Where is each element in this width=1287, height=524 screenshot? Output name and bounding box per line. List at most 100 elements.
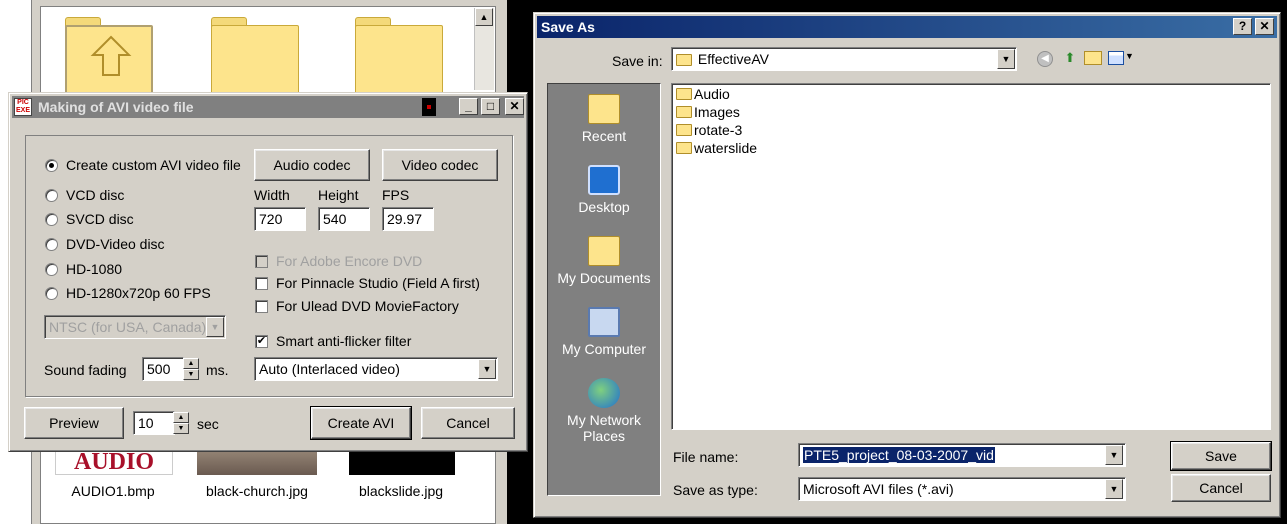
app-icon: PIC EXE (14, 98, 32, 116)
chevron-down-icon[interactable]: ▼ (206, 317, 224, 337)
fps-input[interactable]: 29.97 (382, 207, 434, 231)
spin-down-icon[interactable]: ▼ (183, 369, 199, 380)
radio-custom-avi[interactable]: Create custom AVI video file (45, 157, 241, 173)
place-network[interactable]: My Network Places (548, 378, 660, 444)
spin-up-icon[interactable]: ▲ (173, 412, 189, 423)
check-ulead[interactable]: For Ulead DVD MovieFactory (255, 298, 459, 314)
places-bar: Recent Desktop My Documents My Computer … (547, 83, 661, 496)
desktop-icon (588, 165, 620, 195)
save-titlebar[interactable]: Save As ? ✕ (537, 16, 1277, 38)
place-my-documents[interactable]: My Documents (548, 236, 660, 286)
folder-icon (676, 88, 692, 100)
avi-titlebar[interactable]: PIC EXE Making of AVI video file _ □ ✕ (12, 96, 524, 118)
folder-icon (676, 124, 692, 136)
list-item[interactable]: rotate-3 (676, 122, 742, 138)
list-item[interactable]: Audio (676, 86, 730, 102)
radio-dvd[interactable]: DVD-Video disc (45, 236, 165, 252)
folder-icon (676, 142, 692, 154)
radio-dot (45, 188, 58, 202)
up-folder-icon[interactable]: ⬆ (1061, 49, 1079, 67)
avi-title: Making of AVI video file (38, 99, 194, 115)
radio-dot (45, 262, 58, 276)
chevron-down-icon[interactable]: ▼ (1125, 51, 1134, 61)
computer-icon (588, 307, 620, 337)
interlace-select[interactable]: Auto (Interlaced video) (254, 357, 498, 381)
minimize-button[interactable]: _ (459, 98, 478, 115)
check-adobe-encore[interactable]: For Adobe Encore DVD (255, 253, 422, 269)
documents-folder-icon (588, 236, 620, 266)
parent-folder-thumb[interactable] (61, 13, 153, 95)
height-label: Height (318, 187, 359, 203)
new-folder-icon[interactable] (1084, 51, 1102, 65)
folder-thumb[interactable] (207, 13, 299, 95)
radio-hd1080[interactable]: HD-1080 (45, 261, 122, 277)
save-button[interactable]: Save (1170, 441, 1272, 471)
list-item[interactable]: waterslide (676, 140, 757, 156)
radio-hd720[interactable]: HD-1280x720p 60 FPS (45, 285, 211, 301)
radio-vcd[interactable]: VCD disc (45, 187, 124, 203)
checkbox-box (255, 254, 268, 268)
maximize-button[interactable]: □ (481, 98, 500, 115)
cancel-button[interactable]: Cancel (1171, 474, 1271, 502)
folder-thumb[interactable] (351, 13, 443, 95)
file-list[interactable]: Audio Images rotate-3 waterslide (671, 83, 1271, 430)
chevron-down-icon[interactable]: ▼ (1105, 479, 1123, 499)
check-anti-flicker[interactable]: ✔ Smart anti-flicker filter (255, 333, 411, 349)
save-in-select[interactable]: EffectiveAV (671, 47, 1017, 71)
list-item[interactable]: Images (676, 104, 740, 120)
preview-unit: sec (197, 416, 219, 432)
folder-icon (676, 54, 692, 67)
check-pinnacle[interactable]: For Pinnacle Studio (Field A first) (255, 275, 480, 291)
chevron-down-icon[interactable]: ▼ (1105, 445, 1123, 465)
scroll-up-icon[interactable]: ▲ (475, 8, 493, 26)
cancel-button[interactable]: Cancel (421, 407, 515, 439)
video-codec-button[interactable]: Video codec (382, 149, 498, 181)
save-as-dialog: Save As ? ✕ Save in: EffectiveAV ▼ ◀ ⬆ ▼… (533, 12, 1281, 518)
preview-button[interactable]: Preview (24, 407, 124, 439)
file-name-input[interactable]: PTE5_project_08-03-2007_vid (798, 443, 1126, 467)
help-button[interactable]: ? (1233, 18, 1252, 35)
width-input[interactable]: 720 (254, 207, 306, 231)
radio-svcd[interactable]: SVCD disc (45, 211, 134, 227)
view-menu-icon[interactable] (1108, 51, 1124, 65)
preview-stepper[interactable]: ▲ ▼ (173, 412, 189, 434)
thumb-caption: blackslide.jpg (358, 483, 444, 499)
save-type-select[interactable]: Microsoft AVI files (*.avi) (798, 477, 1126, 501)
sound-fading-input[interactable]: 500 (142, 357, 184, 381)
save-type-label: Save as type: (673, 482, 758, 498)
browser-scrollbar[interactable]: ▲ (474, 8, 494, 90)
width-label: Width (254, 187, 290, 203)
checkbox-box (255, 299, 268, 313)
radio-dot (45, 286, 58, 300)
checkbox-box (255, 276, 268, 290)
spin-up-icon[interactable]: ▲ (183, 358, 199, 369)
avi-dialog: PIC EXE Making of AVI video file _ □ ✕ C… (8, 92, 528, 452)
up-arrow-icon (90, 35, 132, 76)
save-in-label: Save in: (612, 53, 663, 69)
place-recent[interactable]: Recent (548, 94, 660, 144)
sound-fading-stepper[interactable]: ▲ ▼ (183, 358, 199, 380)
audio-codec-button[interactable]: Audio codec (254, 149, 370, 181)
spin-down-icon[interactable]: ▼ (173, 423, 189, 434)
place-my-computer[interactable]: My Computer (548, 307, 660, 357)
place-desktop[interactable]: Desktop (548, 165, 660, 215)
radio-dot (45, 237, 58, 251)
chevron-down-icon[interactable]: ▼ (478, 359, 496, 379)
chevron-down-icon[interactable]: ▼ (997, 49, 1015, 69)
sound-fading-unit: ms. (206, 362, 229, 378)
file-name-label: File name: (673, 449, 739, 465)
preview-seconds-input[interactable]: 10 (133, 411, 175, 435)
globe-icon (588, 378, 620, 408)
checkmark-icon: ✔ (255, 334, 268, 348)
thumb-caption: black-church.jpg (206, 483, 308, 499)
save-title: Save As (541, 19, 595, 35)
recent-folder-icon (588, 94, 620, 124)
create-avi-button[interactable]: Create AVI (310, 406, 412, 440)
close-button[interactable]: ✕ (505, 98, 524, 115)
video-standard-select[interactable]: NTSC (for USA, Canada) (44, 315, 226, 339)
close-button[interactable]: ✕ (1255, 18, 1274, 35)
height-input[interactable]: 540 (318, 207, 370, 231)
sound-fading-label: Sound fading (44, 362, 127, 378)
back-icon[interactable]: ◀ (1037, 51, 1053, 67)
radio-dot (45, 212, 58, 226)
